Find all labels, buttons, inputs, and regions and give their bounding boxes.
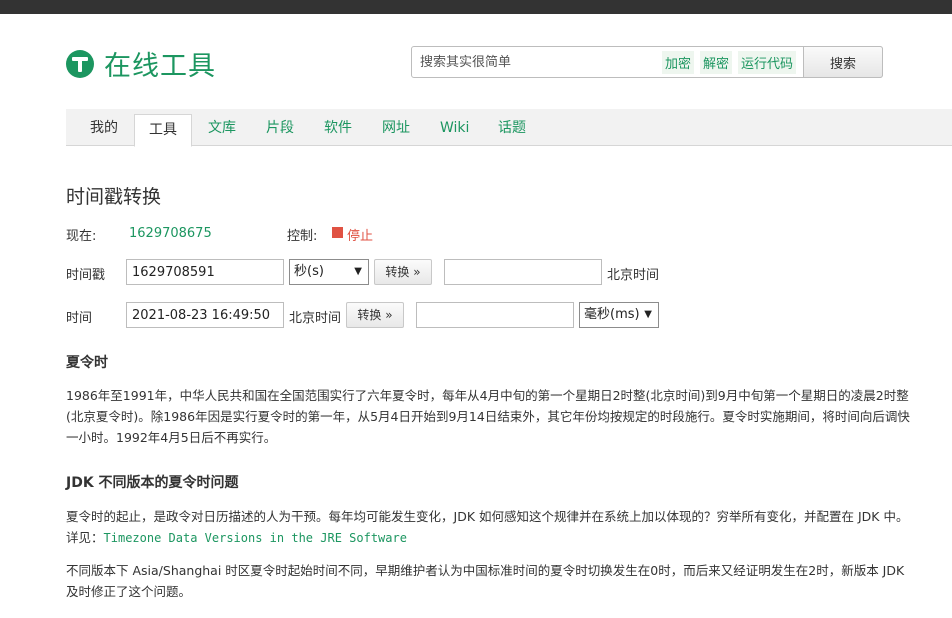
tab-wiki[interactable]: Wiki <box>440 109 469 145</box>
search-button[interactable]: 搜索 <box>803 46 883 78</box>
datetime-label: 时间 <box>66 311 93 326</box>
jdk-line-2: 详见：Timezone Data Versions in the JRE Sof… <box>66 527 946 549</box>
jdk-paragraph-1: 夏令时的起止，是政令对日历描述的人为干预。每年均可能发生变化，JDK 如何感知这… <box>66 506 946 549</box>
beijing-time-label: 北京时间 <box>607 268 660 283</box>
timestamp-output[interactable] <box>416 302 574 328</box>
quick-link-decrypt[interactable]: 解密 <box>700 50 733 74</box>
datetime-output[interactable] <box>444 259 602 285</box>
jdk-p2-line-2: 及时修正了这个问题。 <box>66 584 192 599</box>
dropdown-arrow-icon: ▼ <box>644 309 652 320</box>
search-box: 加密 解密 运行代码 搜索 <box>411 46 883 78</box>
timestamp-unit-value: 秒(s) <box>294 264 324 279</box>
browser-top-bar <box>0 0 952 14</box>
jdk-paragraph-2: 不同版本下 Asia/Shanghai 时区夏令时起始时间不同，早期维护者认为中… <box>66 560 946 602</box>
search-input[interactable] <box>418 53 652 71</box>
site-logo[interactable]: 在线工具 <box>66 44 216 83</box>
dropdown-arrow-icon: ▼ <box>354 266 362 277</box>
dst-line-3: 一小时。1992年4月5日后不再实行。 <box>66 430 277 445</box>
tab-software[interactable]: 软件 <box>324 109 352 145</box>
timestamp-input[interactable]: 1629708591 <box>126 259 284 285</box>
convert-to-timestamp-button[interactable]: 转换 » <box>346 302 404 328</box>
datetime-input[interactable]: 2021-08-23 16:49:50 <box>126 302 284 328</box>
logo-t-icon <box>66 49 94 78</box>
logo-text: 在线工具 <box>104 51 216 82</box>
timestamp-unit-select[interactable]: 秒(s) ▼ <box>289 259 369 285</box>
tab-urls[interactable]: 网址 <box>382 109 410 145</box>
stop-icon[interactable] <box>332 227 343 238</box>
quick-link-encrypt[interactable]: 加密 <box>662 50 695 74</box>
stop-button[interactable]: 停止 <box>347 225 373 244</box>
control-label: 控制: <box>287 229 318 244</box>
quick-link-run-code[interactable]: 运行代码 <box>738 50 797 74</box>
convert-to-datetime-button[interactable]: 转换 » <box>374 259 432 285</box>
tab-library[interactable]: 文库 <box>208 109 236 145</box>
now-timestamp: 1629708675 <box>129 226 212 241</box>
dst-line-1: 1986年至1991年，中华人民共和国在全国范围实行了六年夏令时，每年从4月中旬… <box>66 388 909 403</box>
main-nav: 我的 工具 文库 片段 软件 网址 Wiki 话题 <box>66 109 952 147</box>
tab-tools[interactable]: 工具 <box>134 114 192 147</box>
timestamp-label: 时间戳 <box>66 268 106 283</box>
page-title: 时间戳转换 <box>66 186 162 208</box>
now-label: 现在: <box>66 229 97 244</box>
tab-topics[interactable]: 话题 <box>498 109 526 145</box>
timestamp-output-unit-select[interactable]: 毫秒(ms) ▼ <box>579 302 659 328</box>
see-also-prefix: 详见： <box>66 530 104 545</box>
dst-paragraph: 1986年至1991年，中华人民共和国在全国范围实行了六年夏令时，每年从4月中旬… <box>66 385 946 448</box>
jdk-heading: JDK 不同版本的夏令时问题 <box>66 475 239 491</box>
jdk-p2-line-1: 不同版本下 Asia/Shanghai 时区夏令时起始时间不同，早期维护者认为中… <box>66 563 905 578</box>
tab-snippets[interactable]: 片段 <box>266 109 294 145</box>
beijing-time-prefix: 北京时间 <box>289 311 342 326</box>
tab-mine[interactable]: 我的 <box>90 109 118 145</box>
output-unit-value: 毫秒(ms) <box>584 307 640 322</box>
dst-heading: 夏令时 <box>66 355 108 371</box>
timezone-data-link[interactable]: Timezone Data Versions in the JRE Softwa… <box>104 531 407 545</box>
jdk-line-1: 夏令时的起止，是政令对日历描述的人为干预。每年均可能发生变化，JDK 如何感知这… <box>66 509 909 524</box>
dst-line-2: (北京夏令时)。除1986年因是实行夏令时的第一年，从5月4日开始到9月14日结… <box>66 409 910 424</box>
